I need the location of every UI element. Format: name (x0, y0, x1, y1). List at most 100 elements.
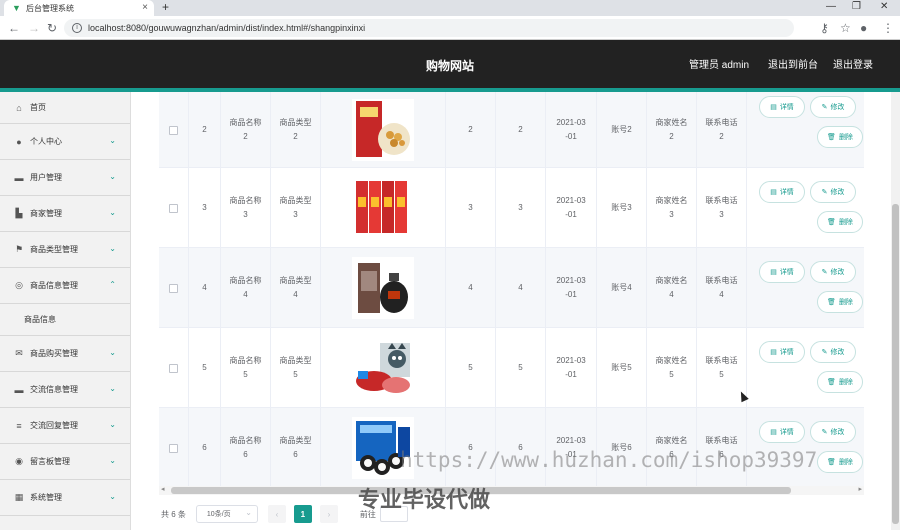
delete-button[interactable]: 🗑 删除 (817, 291, 863, 313)
button-label: 删除 (838, 134, 853, 141)
restore-icon[interactable]: ❐ (852, 0, 861, 14)
delete-button[interactable]: 🗑 删除 (817, 371, 863, 393)
sidebar-item-product-info[interactable]: ◎ 商品信息管理 ⌃ (0, 268, 130, 304)
sidebar-item-message-board[interactable]: ◉ 留言板管理 ⌄ (0, 444, 130, 480)
delete-button[interactable]: 🗑 删除 (817, 126, 863, 148)
table-cell-phone: 联系电话 3 (697, 168, 747, 248)
row-checkbox[interactable] (169, 363, 178, 373)
edit-button[interactable]: ✎ 修改 (810, 181, 856, 203)
edit-button[interactable]: ✎ 修改 (810, 261, 856, 283)
product-image (352, 99, 414, 161)
table-cell-account: 账号4 (597, 248, 647, 328)
table-cell-name: 商品名称 2 (221, 92, 271, 168)
new-tab-icon[interactable]: + (162, 0, 169, 14)
browser-tab[interactable]: ▼ 后台管理系统 × (4, 0, 154, 16)
edit-button[interactable]: ✎ 修改 (810, 96, 856, 118)
image-cell (321, 168, 446, 248)
chevron-down-icon: ⌄ (109, 172, 116, 181)
cell-text: 2021-03 -01 (556, 118, 586, 141)
key-icon[interactable]: ⚷ (820, 20, 829, 36)
row-checkbox[interactable] (169, 443, 178, 453)
logout-link[interactable]: 退出登录 (833, 40, 873, 92)
profile-icon[interactable]: ● (860, 20, 867, 36)
page-number-current[interactable]: 1 (293, 505, 312, 523)
button-label: 删除 (838, 459, 853, 466)
detail-button[interactable]: ▤ 详情 (759, 421, 805, 443)
sidebar-item-exchange-info[interactable]: ▬ 交流信息管理 ⌄ (0, 372, 130, 408)
reload-icon[interactable]: ↻ (47, 20, 57, 36)
detail-button[interactable]: ▤ 详情 (759, 341, 805, 363)
scroll-right-icon[interactable]: ▸ (858, 485, 862, 493)
button-label: 修改 (830, 429, 845, 436)
menu-icon[interactable]: ⋮ (882, 20, 894, 36)
sidebar-item-merchants[interactable]: ▙ 商家管理 ⌄ (0, 196, 130, 232)
chevron-down-icon: ⌄ (109, 420, 116, 429)
table-cell-account: 账号2 (597, 92, 647, 168)
prev-page-button[interactable]: ‹ (267, 505, 286, 523)
sidebar-item-label: 个人中心 (30, 137, 62, 146)
detail-button[interactable]: ▤ 详情 (759, 261, 805, 283)
cell-text: 商家姓名 2 (655, 118, 688, 141)
minimize-icon[interactable]: — (826, 0, 836, 14)
button-label: 删除 (838, 219, 853, 226)
cell-text: 4 (202, 283, 207, 292)
vue-logo-icon: ▼ (12, 2, 21, 13)
page-size-select[interactable]: 10条/页 ⌄ (195, 505, 258, 523)
edit-button[interactable]: ✎ 修改 (810, 421, 856, 443)
scroll-left-icon[interactable]: ◂ (161, 485, 165, 493)
table-cell-no: 6 (189, 408, 221, 488)
detail-icon: ▤ (770, 189, 777, 196)
sidebar-item-home[interactable]: ⌂ 首页 (0, 92, 130, 124)
reply-icon: ≡ (16, 420, 22, 431)
table-cell-stock: 2 (496, 92, 546, 168)
cell-text: 3 (468, 203, 473, 212)
info-icon[interactable]: i (72, 23, 82, 33)
checkbox-cell (159, 408, 189, 488)
mail-icon: ✉ (15, 348, 23, 358)
close-window-icon[interactable]: ✕ (880, 0, 888, 14)
cell-text: 2 (202, 125, 207, 134)
table-cell-price: 2 (446, 92, 496, 168)
exit-to-front-link[interactable]: 退出到前台 (768, 40, 818, 92)
cell-text: 商品名称 3 (229, 196, 262, 219)
chevron-down-icon: ⌄ (109, 348, 116, 357)
row-checkbox[interactable] (169, 125, 178, 135)
detail-button[interactable]: ▤ 详情 (759, 96, 805, 118)
cell-text: 商品名称 2 (229, 118, 262, 141)
sidebar-item-exchange-reply[interactable]: ≡ 交流回复管理 ⌄ (0, 408, 130, 444)
row-checkbox[interactable] (169, 203, 178, 213)
button-label: 详情 (779, 429, 794, 436)
scroll-thumb[interactable] (892, 204, 899, 524)
delete-button[interactable]: 🗑 删除 (817, 451, 863, 473)
sidebar-item-users[interactable]: ▬ 用户管理 ⌄ (0, 160, 130, 196)
sidebar-subitem-product-info[interactable]: 商品信息 (0, 304, 130, 336)
bookmark-star-icon[interactable]: ☆ (840, 20, 851, 36)
table-cell-price: 3 (446, 168, 496, 248)
sidebar-item-system[interactable]: ▦ 系统管理 ⌄ (0, 480, 130, 516)
edit-button[interactable]: ✎ 修改 (810, 341, 856, 363)
vertical-scrollbar[interactable] (891, 92, 900, 530)
sidebar-item-personal-center[interactable]: ● 个人中心 ⌄ (0, 124, 130, 160)
url-field[interactable]: i localhost:8080/gouwuwagnzhan/admin/dis… (64, 19, 794, 37)
forward-icon[interactable]: → (28, 20, 40, 36)
next-page-button[interactable]: › (319, 505, 338, 523)
cell-text: 3 (202, 203, 207, 212)
back-icon[interactable]: ← (8, 20, 20, 36)
image-cell (321, 328, 446, 408)
table-cell-account: 账号5 (597, 328, 647, 408)
tab-close-icon[interactable]: × (142, 2, 148, 13)
table-cell-stock: 3 (496, 168, 546, 248)
row-checkbox[interactable] (169, 283, 178, 293)
detail-icon: ▤ (770, 269, 777, 276)
delete-button[interactable]: 🗑 删除 (817, 211, 863, 233)
sidebar-item-purchases[interactable]: ✉ 商品购买管理 ⌄ (0, 336, 130, 372)
chat-icon: ▬ (14, 384, 24, 395)
sidebar-item-product-types[interactable]: ⚑ 商品类型管理 ⌄ (0, 232, 130, 268)
watermark-url: https://www.huzhan.com/ishop39397 (400, 448, 818, 472)
delete-icon: 🗑 (827, 379, 836, 386)
table-cell-type: 商品类型 4 (271, 248, 321, 328)
cell-text: 联系电话 2 (705, 118, 738, 141)
cell-text: 4 (468, 283, 473, 292)
horizontal-scrollbar[interactable]: ◂ ▸ (159, 486, 864, 495)
detail-button[interactable]: ▤ 详情 (759, 181, 805, 203)
